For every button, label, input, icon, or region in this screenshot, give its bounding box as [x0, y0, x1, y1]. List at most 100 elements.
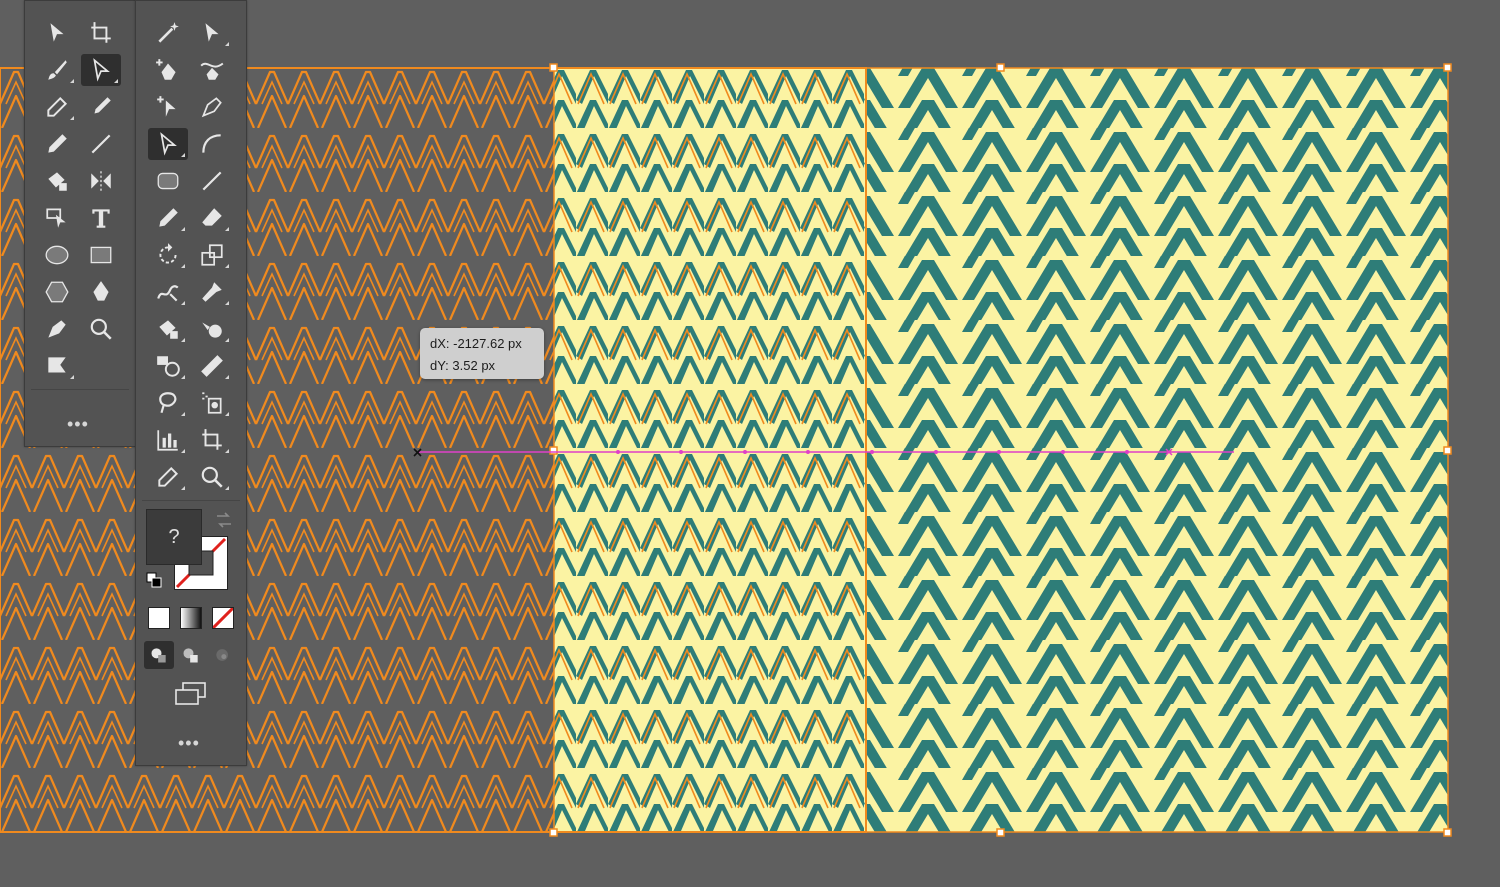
zoom-icon [201, 466, 223, 488]
small-pattern-tile[interactable] [554, 68, 866, 832]
gradient-mode-button[interactable] [180, 607, 202, 629]
eraser-tool[interactable] [192, 202, 232, 234]
scale-tool[interactable] [192, 239, 232, 271]
handle-top-left [549, 63, 558, 72]
polygon-tool[interactable] [37, 276, 77, 308]
add-anchor-point-tool-2[interactable] [148, 91, 188, 123]
move-delta-tooltip: dX: -2127.62 px dY: 3.52 px [420, 328, 544, 379]
add-anchor-point-tool[interactable] [148, 54, 188, 86]
live-paint-bucket-tool-2[interactable] [148, 313, 188, 345]
type-tool[interactable] [81, 202, 121, 234]
symbol-sprayer-tool[interactable] [192, 387, 232, 419]
default-fill-stroke-icon[interactable] [146, 572, 162, 588]
perspective-selection-tool[interactable] [37, 202, 77, 234]
warp-tool[interactable] [148, 276, 188, 308]
eyedropper-icon [158, 466, 179, 487]
anchor-point-tool[interactable] [37, 313, 77, 345]
reflect-icon [91, 171, 111, 191]
paint-bucket-icon [159, 320, 178, 339]
pencil-tool-2[interactable] [148, 202, 188, 234]
eraser-icon [202, 208, 222, 226]
shape-builder-icon [202, 322, 222, 338]
lasso-tool[interactable] [148, 387, 188, 419]
selection-tool[interactable] [37, 17, 77, 49]
line-segment-tool-2[interactable] [192, 165, 232, 197]
zoom-tool-2[interactable] [192, 461, 232, 493]
puppet-warp-icon [202, 282, 222, 302]
pen-tool[interactable] [81, 276, 121, 308]
handle-top-right [1443, 63, 1452, 72]
paintbrush-tool[interactable] [37, 54, 77, 86]
direct-selection-tool[interactable] [81, 54, 121, 86]
artboard-tool[interactable] [81, 17, 121, 49]
artboard-tool-2[interactable] [192, 424, 232, 456]
draw-behind-icon [183, 648, 198, 663]
pencil-icon [48, 134, 67, 153]
draw-inside-button[interactable] [208, 641, 238, 669]
zoom-tool[interactable] [81, 313, 121, 345]
none-mode-button[interactable] [212, 607, 234, 629]
anchor-point-tool-2[interactable] [192, 91, 232, 123]
draw-normal-button[interactable] [144, 641, 174, 669]
blob-brush-icon [94, 97, 111, 114]
puppet-warp-tool[interactable] [192, 276, 232, 308]
artboard-icon [91, 22, 111, 43]
line-segment-icon [202, 171, 222, 191]
zoom-icon [90, 318, 112, 340]
blob-brush-tool[interactable] [81, 91, 121, 123]
line-segment-icon [91, 134, 111, 154]
handle-top-middle [996, 63, 1005, 72]
panel-separator [142, 500, 240, 501]
ellipse-tool[interactable] [37, 239, 77, 271]
rounded-rectangle-tool[interactable] [148, 165, 188, 197]
add-anchor-icon [156, 59, 176, 80]
pen-icon [93, 281, 109, 301]
selection-arrow-icon [50, 23, 64, 42]
warp-icon [157, 285, 179, 302]
scale-icon [201, 244, 223, 266]
draw-behind-button[interactable] [176, 641, 206, 669]
shape-builder-tool[interactable] [192, 313, 232, 345]
column-graph-icon [157, 430, 178, 451]
ruler-tool[interactable] [192, 350, 232, 382]
symbol-sprayer-icon [202, 392, 222, 414]
live-paint-bucket-tool[interactable] [37, 165, 77, 197]
add-anchor-icon [157, 96, 176, 117]
direct-selection-icon [93, 58, 110, 82]
color-mode-button[interactable] [148, 607, 170, 629]
direct-selection-tool-3[interactable] [148, 128, 188, 160]
rotate-tool[interactable] [148, 239, 188, 271]
handle-middle-right [1443, 446, 1452, 455]
ellipse-icon [45, 245, 69, 265]
flag-tool[interactable] [37, 350, 77, 382]
large-pattern-tile[interactable] [866, 68, 1448, 832]
pencil-icon [159, 208, 178, 227]
column-graph-tool[interactable] [148, 424, 188, 456]
swap-fill-stroke-icon[interactable] [214, 511, 234, 529]
more-tools-button[interactable]: ••• [178, 734, 200, 752]
screen-mode-icon[interactable] [174, 681, 208, 707]
selection-arrow-icon [205, 23, 219, 42]
handle-bottom-middle [996, 828, 1005, 837]
rectangle-tool[interactable] [81, 239, 121, 271]
curvature-pen-icon [200, 62, 224, 80]
pencil-tool[interactable] [37, 128, 77, 160]
direct-selection-tool-2[interactable] [192, 17, 232, 49]
arc-icon [202, 134, 221, 153]
fill-swatch[interactable]: ? [146, 509, 202, 565]
more-tools-button[interactable]: ••• [67, 415, 89, 433]
handle-middle-left [549, 446, 558, 455]
draw-normal-icon [151, 648, 166, 663]
magic-wand-tool[interactable] [148, 17, 188, 49]
reflect-tool[interactable] [81, 165, 121, 197]
blend-tool[interactable] [148, 350, 188, 382]
dy-readout: dY: 3.52 px [430, 358, 496, 373]
eyedropper-tool-2[interactable] [148, 461, 188, 493]
curvature-pen-tool[interactable] [192, 54, 232, 86]
arc-tool[interactable] [192, 128, 232, 160]
draw-inside-icon [216, 649, 228, 661]
line-segment-tool[interactable] [81, 128, 121, 160]
panel-separator [31, 389, 129, 390]
rounded-rectangle-icon [157, 172, 179, 190]
eyedropper-tool[interactable] [37, 91, 77, 123]
